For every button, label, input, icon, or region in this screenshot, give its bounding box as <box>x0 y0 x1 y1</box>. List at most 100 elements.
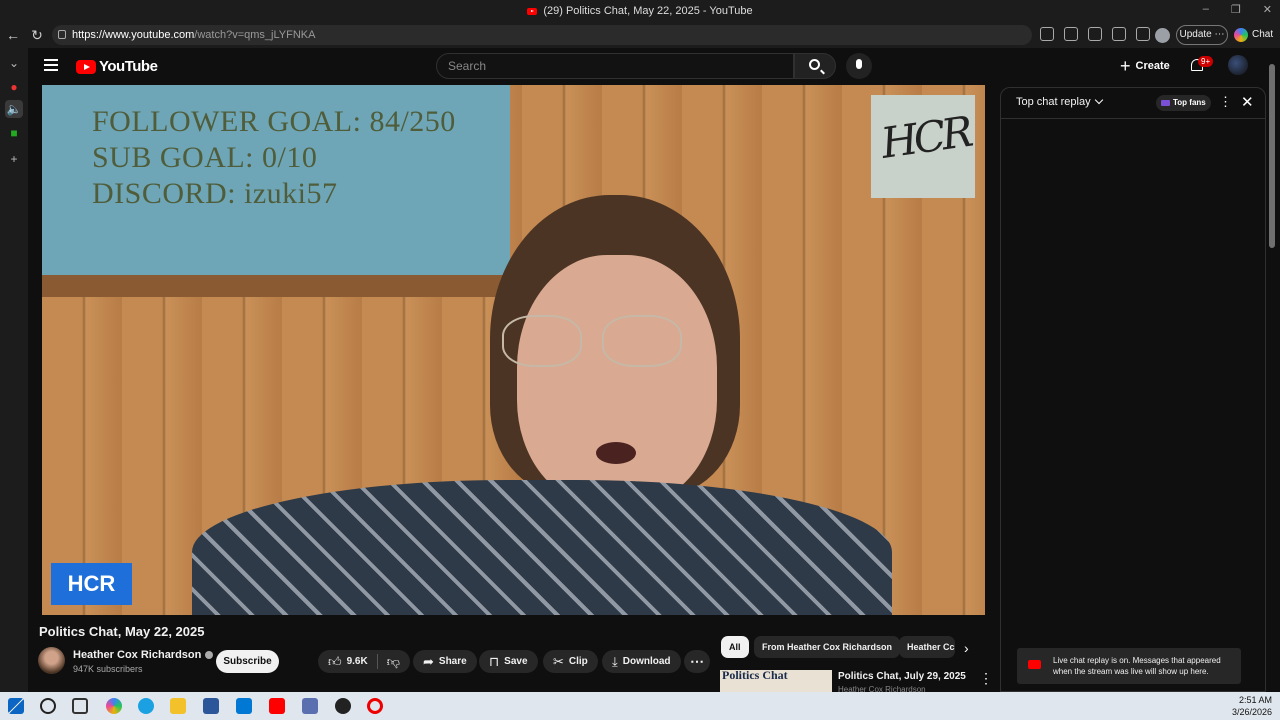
update-button[interactable]: Update ⋯ <box>1176 25 1228 45</box>
edge-sidebar: ⌄ ● 🔈 ■ + <box>0 48 28 692</box>
follower-goal-text: FOLLOWER GOAL: 84/250 <box>92 105 456 138</box>
split-screen-icon[interactable] <box>1112 27 1126 41</box>
download-label: Download <box>622 656 671 667</box>
file-explorer-icon[interactable] <box>170 698 186 714</box>
share-button[interactable]: ➦ Share <box>413 650 477 673</box>
chat-mode-dropdown[interactable]: Top chat replay <box>1016 95 1103 108</box>
search-icon <box>809 59 820 70</box>
like-divider <box>376 654 378 669</box>
close-icon[interactable]: ✕ <box>1241 93 1254 111</box>
hcr-corner-badge: HCR <box>51 563 132 605</box>
chat-more-icon[interactable]: ⋮ <box>1219 94 1232 110</box>
recommendation-title[interactable]: Politics Chat, July 29, 2025 <box>838 671 966 682</box>
close-window-icon[interactable]: ✕ <box>1263 3 1272 16</box>
avatar[interactable] <box>1228 55 1248 75</box>
excel-icon[interactable]: ■ <box>5 124 23 142</box>
chip-from-channel[interactable]: From Heather Cox Richardson <box>754 636 901 658</box>
url-path: /watch?v=qms_jLYFNKA <box>194 29 316 41</box>
like-dislike-group: 👍︎ 9.6K 👎︎ <box>318 650 410 673</box>
person-mouth <box>596 442 636 464</box>
chip-related[interactable]: Heather Cc <box>899 636 955 658</box>
store-icon[interactable] <box>203 698 219 714</box>
thumbs-up-icon[interactable]: 👍︎ <box>328 650 342 673</box>
chat-panel: Top chat replay Top fans ⋮ ✕ Live chat r… <box>1000 87 1266 692</box>
clock-time: 2:51 AM <box>1238 695 1272 705</box>
chevron-down-icon[interactable]: ⌄ <box>5 54 23 72</box>
chat-notice-text: Live chat replay is on. Messages that ap… <box>1053 656 1221 676</box>
url-field[interactable]: https://www.youtube.com/watch?v=qms_jLYF… <box>52 25 1032 45</box>
youtube-app-icon[interactable] <box>269 698 285 714</box>
download-icon: ⤓ <box>612 654 618 669</box>
person-face <box>517 255 717 505</box>
channel-avatar[interactable] <box>38 647 65 674</box>
windows-taskbar: 2:51 AM 3/26/2026 <box>0 692 1280 720</box>
address-bar-icons <box>1040 27 1150 41</box>
add-icon[interactable]: + <box>5 150 23 168</box>
thumbs-down-icon[interactable]: 👎︎ <box>387 650 400 673</box>
maximize-icon[interactable]: ❐ <box>1231 3 1241 16</box>
create-button[interactable]: + Create <box>1120 57 1170 75</box>
minimize-icon[interactable]: – <box>1203 3 1209 16</box>
window-controls: – ❐ ✕ <box>1203 3 1272 16</box>
clip-label: Clip <box>568 656 588 667</box>
top-fans-button[interactable]: Top fans <box>1156 95 1211 111</box>
chip-all[interactable]: All <box>721 636 749 658</box>
more-actions-button[interactable]: ⋯ <box>684 650 710 673</box>
plaid-shirt <box>192 480 892 615</box>
scroll-thumb[interactable] <box>1269 64 1275 248</box>
app-icon[interactable] <box>302 698 318 714</box>
recommendation-thumbnail[interactable]: Politics Chat <box>720 670 832 692</box>
refresh-icon[interactable]: ↻ <box>28 26 46 44</box>
page-scrollbar[interactable] <box>1268 60 1276 692</box>
extensions-icon[interactable] <box>1088 27 1102 41</box>
copilot-icon[interactable] <box>106 698 122 714</box>
address-bar-row: ← ↻ https://www.youtube.com/watch?v=qms_… <box>0 22 1280 48</box>
mail-icon[interactable] <box>236 698 252 714</box>
glasses-right <box>602 315 682 367</box>
menu-icon[interactable] <box>44 59 58 71</box>
speaker-icon[interactable]: 🔈 <box>5 100 23 118</box>
clip-button[interactable]: ✂ Clip <box>543 650 598 673</box>
search-input[interactable]: Search <box>436 53 794 79</box>
chat-header: Top chat replay Top fans ⋮ ✕ <box>1001 88 1265 119</box>
copilot-chat-label: Chat <box>1252 29 1274 40</box>
url-host: https://www.youtube.com <box>72 29 195 41</box>
save-button[interactable]: ⊓ Save <box>479 650 538 673</box>
recommendation-more-icon[interactable]: ⋮ <box>979 670 993 687</box>
favorite-star-icon[interactable] <box>1064 27 1078 41</box>
like-count[interactable]: 9.6K <box>347 650 368 673</box>
search-button[interactable] <box>794 53 836 79</box>
profile-icon[interactable] <box>1155 28 1170 43</box>
youtube-favicon-icon <box>527 7 538 15</box>
app-available-icon[interactable] <box>1040 27 1054 41</box>
task-view-icon[interactable] <box>72 698 88 714</box>
windows-start-icon[interactable] <box>8 698 24 714</box>
channel-name-text: Heather Cox Richardson <box>73 649 202 661</box>
clock[interactable]: 2:51 AM 3/26/2026 <box>1232 694 1272 718</box>
video-player[interactable]: FOLLOWER GOAL: 84/250 SUB GOAL: 0/10 DIS… <box>42 85 985 615</box>
update-label: Update <box>1179 29 1212 40</box>
back-arrow-icon[interactable]: ← <box>4 26 22 44</box>
voice-search-button[interactable] <box>846 53 872 79</box>
copilot-chat-button[interactable]: Chat <box>1234 25 1273 45</box>
edge-icon[interactable] <box>138 698 154 714</box>
download-button[interactable]: ⤓ Download <box>602 650 681 673</box>
browser-title-bar: (29) Politics Chat, May 22, 2025 - YouTu… <box>0 0 1280 22</box>
chevron-right-icon[interactable]: › <box>964 640 969 656</box>
scissors-icon: ✂ <box>553 654 564 669</box>
youtube-tab-icon[interactable]: ● <box>5 78 23 96</box>
youtube-logo[interactable]: YouTube <box>76 58 158 75</box>
wood-trim <box>42 275 510 297</box>
channel-name[interactable]: Heather Cox Richardson <box>73 649 214 661</box>
chevron-down-icon <box>1094 95 1103 105</box>
discord-text: DISCORD: izuki57 <box>92 177 338 210</box>
github-icon[interactable] <box>335 698 351 714</box>
favorites-icon[interactable] <box>1136 27 1150 41</box>
sub-goal-text: SUB GOAL: 0/10 <box>92 141 318 174</box>
plus-icon: + <box>1120 56 1131 76</box>
tab-title: (29) Politics Chat, May 22, 2025 - YouTu… <box>543 5 753 17</box>
opera-icon[interactable] <box>367 698 383 714</box>
search-icon[interactable] <box>40 698 56 714</box>
notification-badge: 9+ <box>1198 56 1214 67</box>
subscribe-button[interactable]: Subscribe <box>216 650 279 673</box>
